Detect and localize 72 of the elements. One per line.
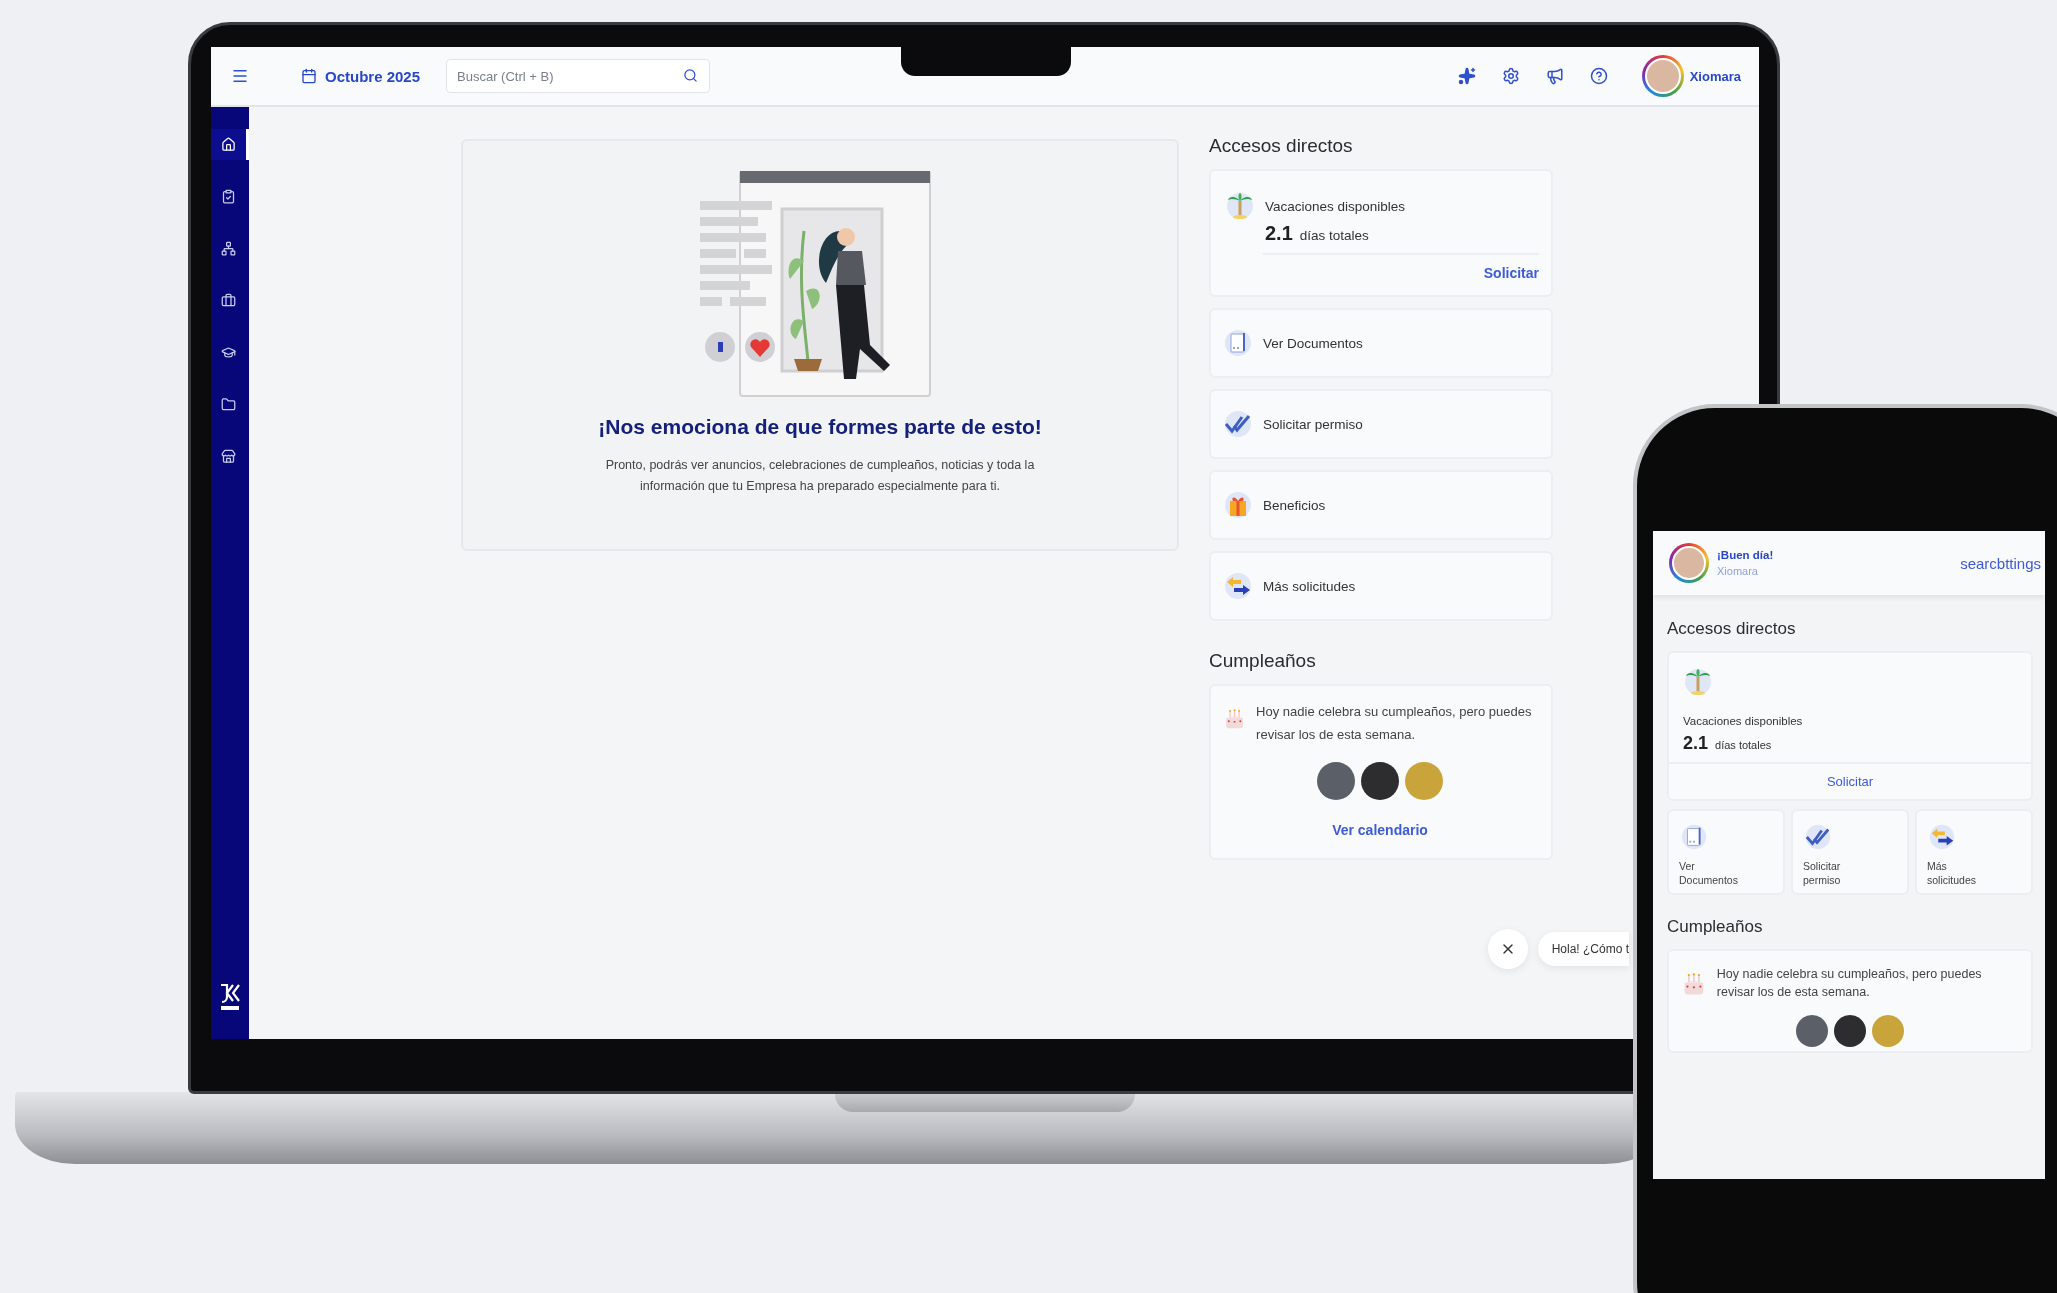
vacation-label: Vacaciones disponibles bbox=[1265, 199, 1406, 214]
sidebar-item[interactable] bbox=[211, 129, 249, 160]
search-icon bbox=[683, 68, 699, 83]
request-link[interactable]: Solicitar bbox=[1483, 261, 1539, 285]
settings-icon bbox=[1501, 67, 1520, 85]
birthday-text: Hoy nadie celebra su cumpleaños, pero puedes revisar los de esta semana. bbox=[1256, 703, 1533, 744]
welcome-text: Pronto, podrás ver anuncios, celebraciones de cumpleaños, noticias y toda la información que tu Empresa ha preparado especialmente para ti. bbox=[604, 457, 1036, 495]
help-icon bbox=[1589, 67, 1608, 85]
shortcut-tile[interactable]: Más solicitudes bbox=[1915, 809, 2033, 895]
close-button[interactable] bbox=[1487, 929, 1528, 969]
shortcut-label: Más solicitudes bbox=[1927, 859, 1978, 887]
shortcut-item[interactable]: Más solicitudes bbox=[1209, 551, 1553, 621]
search-field[interactable]: Buscar (Ctrl + B) bbox=[446, 59, 711, 93]
shortcut-tile[interactable]: Solicitar permiso bbox=[1791, 809, 1909, 895]
date-button[interactable]: Octubre 2025 bbox=[297, 63, 425, 89]
exchange-arrows-icon bbox=[1223, 571, 1253, 601]
vacation-value: 2.1 bbox=[1683, 733, 1709, 754]
shortcut-item[interactable]: Ver Documentos bbox=[1209, 308, 1553, 378]
user-avatar[interactable] bbox=[1641, 55, 1684, 97]
logo-icon bbox=[219, 983, 241, 1013]
shortcut-label: Beneficios bbox=[1263, 497, 1326, 513]
section-title: Accesos directos bbox=[1667, 619, 1797, 639]
avatar bbox=[1796, 1015, 1828, 1047]
section-title: Accesos directos bbox=[1209, 135, 1354, 157]
user-name: Xiomara bbox=[1689, 68, 1741, 84]
vacation-unit: días totales bbox=[1715, 739, 1772, 751]
chat-bubble[interactable]: Hola! ¿Cómo t bbox=[1537, 932, 1629, 966]
request-button[interactable]: Solicitar bbox=[1669, 762, 2031, 799]
shortcut-label: Más solicitudes bbox=[1263, 578, 1356, 594]
shortcut-label: Solicitar permiso bbox=[1803, 859, 1842, 887]
gift-icon bbox=[1223, 490, 1253, 520]
vacation-label: Vacaciones disponibles bbox=[1683, 715, 1804, 727]
avatar bbox=[1834, 1015, 1866, 1047]
network-icon bbox=[221, 241, 236, 256]
home-icon bbox=[221, 137, 236, 152]
avatar bbox=[1872, 1015, 1904, 1047]
clipboard-icon bbox=[221, 189, 236, 204]
exchange-arrows-icon bbox=[1927, 823, 1957, 851]
double-check-icon bbox=[1223, 409, 1253, 439]
user-name: Xiomara bbox=[1717, 565, 1759, 577]
store-icon bbox=[221, 449, 236, 464]
avatar bbox=[1361, 762, 1399, 800]
document-icon bbox=[1679, 823, 1709, 851]
palm-tree-icon bbox=[1225, 191, 1255, 221]
section-title: Cumpleaños bbox=[1667, 917, 1764, 937]
shortcut-item[interactable]: Beneficios bbox=[1209, 470, 1553, 540]
sparkles-icon bbox=[1457, 67, 1476, 85]
shortcut-tile[interactable]: Ver Documentos bbox=[1667, 809, 1785, 895]
shortcut-label: Solicitar permiso bbox=[1263, 416, 1363, 432]
briefcase-icon bbox=[221, 293, 236, 308]
avatar bbox=[1317, 762, 1355, 800]
birthday-text: Hoy nadie celebra su cumpleaños, pero puedes revisar los de esta semana. bbox=[1716, 966, 1983, 1001]
header-action[interactable]: searcbttings bbox=[1960, 554, 2045, 572]
calendar-link[interactable]: Ver calendario bbox=[1332, 818, 1428, 842]
user-avatar[interactable] bbox=[1669, 543, 1709, 583]
calendar-icon bbox=[301, 68, 317, 84]
vacation-unit: días totales bbox=[1299, 228, 1369, 243]
double-check-icon bbox=[1803, 823, 1833, 851]
greeting: ¡Buen día! bbox=[1717, 549, 1774, 561]
document-icon bbox=[1223, 328, 1253, 358]
megaphone-icon bbox=[1545, 67, 1564, 85]
avatar bbox=[1405, 762, 1443, 800]
section-title: Cumpleaños bbox=[1209, 650, 1317, 672]
palm-tree-icon bbox=[1683, 667, 1713, 697]
vacation-value: 2.1 bbox=[1265, 222, 1293, 245]
welcome-title: ¡Nos emociona de que formes parte de esto! bbox=[598, 415, 1042, 439]
shortcut-label: Ver Documentos bbox=[1679, 859, 1739, 887]
folder-icon bbox=[221, 397, 236, 412]
menu-icon bbox=[231, 67, 249, 85]
shortcut-item[interactable]: Solicitar permiso bbox=[1209, 389, 1553, 459]
graduation-cap-icon bbox=[221, 345, 236, 360]
shortcut-label: Ver Documentos bbox=[1263, 335, 1363, 351]
